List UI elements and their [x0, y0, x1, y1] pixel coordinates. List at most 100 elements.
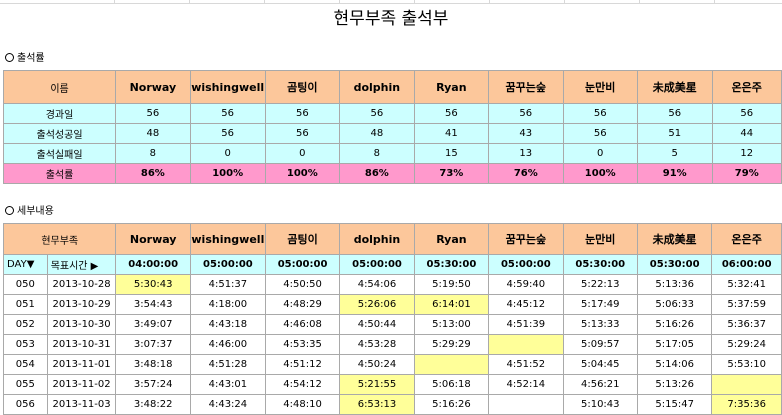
target-time-cell[interactable]: 05:30:00 [413, 254, 490, 275]
time-cell[interactable]: 4:50:24 [339, 354, 415, 375]
value-cell[interactable]: 13 [488, 143, 564, 164]
time-cell[interactable]: 4:46:00 [189, 334, 266, 355]
time-cell[interactable]: 5:37:59 [711, 294, 782, 315]
time-cell[interactable]: 4:51:37 [189, 274, 266, 295]
time-cell[interactable]: 3:07:37 [115, 334, 191, 355]
value-cell[interactable]: 12 [711, 143, 782, 164]
time-cell[interactable]: 4:48:29 [264, 294, 341, 315]
rate-cell[interactable]: 73% [413, 163, 490, 184]
member-name-cell[interactable]: 곰팅이 [264, 223, 341, 255]
value-cell[interactable]: 56 [339, 103, 415, 124]
member-name-cell[interactable]: Ryan [413, 223, 490, 255]
value-cell[interactable]: 56 [264, 123, 341, 144]
date-cell[interactable]: 2013-11-01 [46, 354, 117, 375]
member-name-cell[interactable]: 곰팅이 [264, 70, 341, 104]
time-cell[interactable]: 4:43:01 [189, 374, 266, 395]
day-cell[interactable]: 055 [3, 374, 48, 395]
member-name-cell[interactable]: 未成美星 [636, 70, 713, 104]
day-cell[interactable]: 051 [3, 294, 48, 315]
late-time-cell[interactable]: 6:53:13 [339, 394, 415, 415]
time-cell[interactable]: 5:13:36 [636, 274, 713, 295]
member-name-cell[interactable]: 눈만비 [562, 223, 638, 255]
rate-cell[interactable]: 86% [115, 163, 191, 184]
day-cell[interactable]: 050 [3, 274, 48, 295]
time-cell[interactable] [488, 394, 564, 415]
time-cell[interactable]: 4:48:10 [264, 394, 341, 415]
row-label-cell[interactable]: 출석률 [2, 163, 117, 184]
value-cell[interactable]: 0 [189, 143, 266, 164]
rate-cell[interactable]: 100% [264, 163, 341, 184]
late-time-cell[interactable]: 5:30:43 [115, 274, 191, 295]
time-cell[interactable]: 4:43:24 [189, 394, 266, 415]
value-cell[interactable]: 56 [488, 103, 564, 124]
member-name-cell[interactable]: 눈만비 [562, 70, 638, 104]
member-name-cell[interactable]: 온은주 [711, 70, 782, 104]
time-cell[interactable]: 5:09:57 [562, 334, 638, 355]
member-name-cell[interactable]: 온은주 [711, 223, 782, 255]
target-time-cell[interactable]: 05:00:00 [189, 254, 266, 275]
target-time-cell[interactable]: 06:00:00 [711, 254, 782, 275]
time-cell[interactable]: 3:54:43 [115, 294, 191, 315]
value-cell[interactable]: 56 [189, 123, 266, 144]
rate-cell[interactable]: 100% [189, 163, 266, 184]
date-cell[interactable]: 2013-10-28 [46, 274, 117, 295]
time-cell[interactable]: 5:10:43 [562, 394, 638, 415]
time-cell[interactable]: 4:51:28 [189, 354, 266, 375]
value-cell[interactable]: 56 [115, 103, 191, 124]
value-cell[interactable]: 56 [413, 103, 490, 124]
member-name-cell[interactable]: Norway [115, 223, 191, 255]
date-cell[interactable]: 2013-10-30 [46, 314, 117, 335]
target-time-cell[interactable]: 05:30:00 [562, 254, 638, 275]
value-cell[interactable]: 56 [562, 123, 638, 144]
time-cell[interactable]: 4:54:06 [339, 274, 415, 295]
late-time-cell[interactable] [711, 374, 782, 395]
time-cell[interactable]: 5:15:47 [636, 394, 713, 415]
time-cell[interactable]: 4:18:00 [189, 294, 266, 315]
target-time-cell[interactable]: 05:00:00 [339, 254, 415, 275]
time-cell[interactable]: 3:57:24 [115, 374, 191, 395]
time-cell[interactable]: 5:13:33 [562, 314, 638, 335]
value-cell[interactable]: 56 [711, 103, 782, 124]
time-cell[interactable]: 4:56:21 [562, 374, 638, 395]
time-cell[interactable]: 4:51:52 [488, 354, 564, 375]
target-time-cell[interactable]: 05:30:00 [636, 254, 713, 275]
date-cell[interactable]: 2013-10-31 [46, 334, 117, 355]
rate-cell[interactable]: 76% [488, 163, 564, 184]
time-cell[interactable]: 4:50:50 [264, 274, 341, 295]
detail-header-cell[interactable]: 현무부족 [2, 223, 117, 255]
member-name-cell[interactable]: Norway [115, 70, 191, 104]
target-time-cell[interactable]: 05:00:00 [264, 254, 341, 275]
target-time-cell[interactable]: 04:00:00 [115, 254, 191, 275]
day-cell[interactable]: 053 [3, 334, 48, 355]
late-time-cell[interactable] [413, 354, 490, 375]
member-name-cell[interactable]: dolphin [339, 70, 415, 104]
time-cell[interactable]: 5:29:29 [413, 334, 490, 355]
time-cell[interactable]: 5:14:06 [636, 354, 713, 375]
time-cell[interactable]: 5:06:33 [636, 294, 713, 315]
time-cell[interactable]: 4:51:39 [488, 314, 564, 335]
member-name-cell[interactable]: Ryan [413, 70, 490, 104]
summary-header-cell[interactable]: 이름 [2, 70, 117, 104]
target-time-cell[interactable]: 05:00:00 [488, 254, 564, 275]
member-name-cell[interactable]: 꿈꾸는숲 [488, 70, 564, 104]
value-cell[interactable]: 8 [115, 143, 191, 164]
value-cell[interactable]: 56 [264, 103, 341, 124]
time-cell[interactable]: 3:48:18 [115, 354, 191, 375]
target-label-cell[interactable]: 목표시간 ▶ [46, 254, 117, 275]
time-cell[interactable]: 3:49:07 [115, 314, 191, 335]
time-cell[interactable]: 5:16:26 [636, 314, 713, 335]
date-cell[interactable]: 2013-10-29 [46, 294, 117, 315]
time-cell[interactable]: 4:50:44 [339, 314, 415, 335]
day-cell[interactable]: 056 [3, 394, 48, 415]
date-cell[interactable]: 2013-11-03 [46, 394, 117, 415]
value-cell[interactable]: 8 [339, 143, 415, 164]
rate-cell[interactable]: 79% [711, 163, 782, 184]
time-cell[interactable]: 5:06:18 [413, 374, 490, 395]
late-time-cell[interactable] [488, 334, 564, 355]
row-label-cell[interactable]: 출석실패일 [2, 143, 117, 164]
time-cell[interactable]: 4:59:40 [488, 274, 564, 295]
rate-cell[interactable]: 100% [562, 163, 638, 184]
value-cell[interactable]: 44 [711, 123, 782, 144]
value-cell[interactable]: 5 [636, 143, 713, 164]
time-cell[interactable]: 5:19:50 [413, 274, 490, 295]
